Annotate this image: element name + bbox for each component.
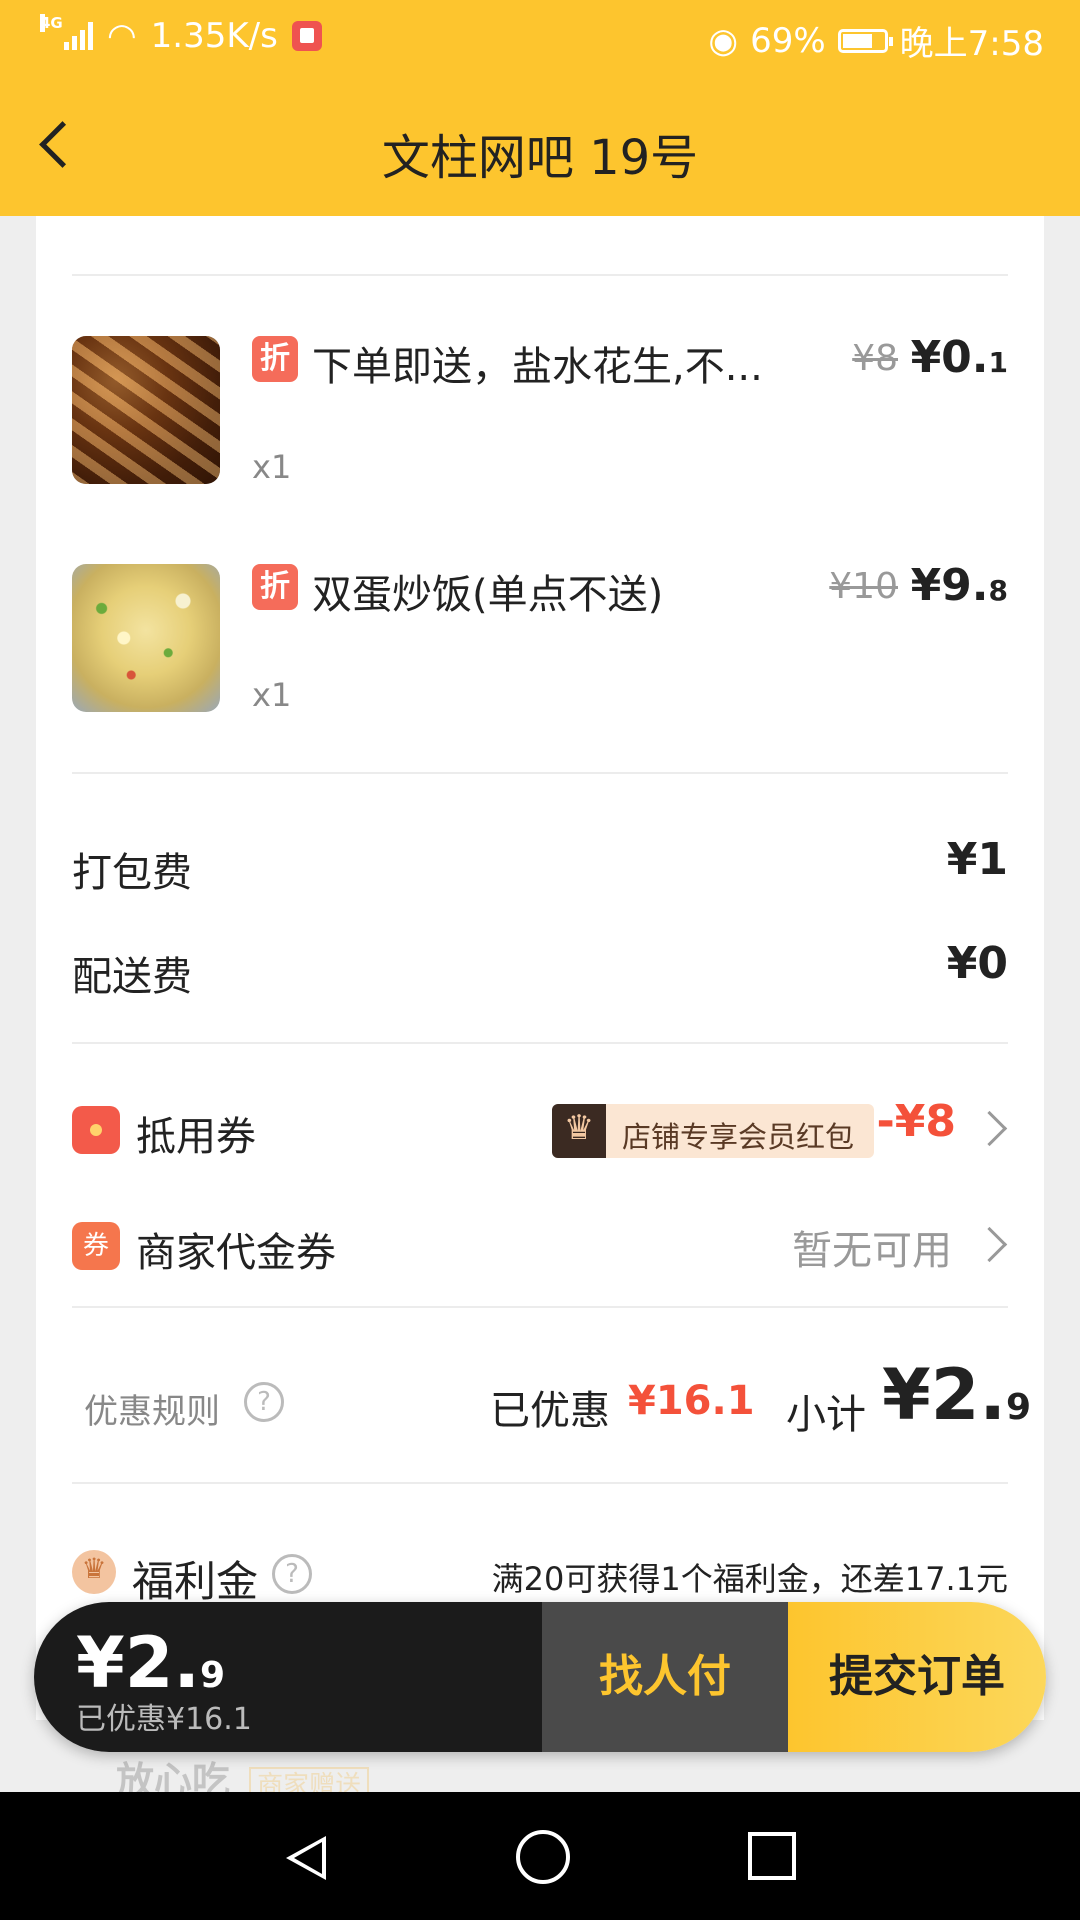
checkout-total: ¥2.9 已优惠¥16.1 bbox=[34, 1602, 542, 1752]
total-saved: 已优惠¥16.1 bbox=[76, 1702, 252, 1737]
packing-fee-label: 打包费 bbox=[72, 850, 192, 896]
red-packet-icon bbox=[72, 1106, 120, 1154]
order-card: 折 下单即送，盐水花生,不... x1 ¥8 ¥0.1 折 双蛋炒饭(单点不送)… bbox=[36, 216, 1044, 1720]
eye-care-icon: ◉ bbox=[708, 20, 739, 61]
submit-order-button[interactable]: 提交订单 bbox=[788, 1602, 1046, 1752]
member-badge-text: 店铺专享会员红包 bbox=[622, 1120, 855, 1154]
item-quantity: x1 bbox=[252, 448, 292, 486]
item-name: 双蛋炒饭(单点不送) bbox=[312, 572, 664, 618]
discount-price: ¥0.1 bbox=[910, 332, 1008, 383]
divider bbox=[72, 1306, 1008, 1308]
voucher-row[interactable]: 抵用券 店铺专享会员红包 -¥8 bbox=[72, 1096, 1008, 1166]
list-item[interactable]: 折 双蛋炒饭(单点不送) x1 ¥10 ¥9.8 bbox=[72, 560, 1008, 714]
item-name: 下单即送，盐水花生,不... bbox=[312, 344, 763, 390]
divider bbox=[72, 772, 1008, 774]
page-title: 文柱网吧 19号 bbox=[381, 130, 699, 186]
nav-back-icon[interactable] bbox=[286, 1836, 326, 1880]
subtotal-value: ¥2.9 bbox=[882, 1354, 1032, 1436]
status-left: 4G ◠ 1.35K/s bbox=[40, 14, 322, 56]
help-icon[interactable]: ? bbox=[244, 1382, 284, 1422]
merchant-coupon-status: 暂无可用 bbox=[792, 1228, 952, 1274]
nav-home-icon[interactable] bbox=[516, 1830, 570, 1884]
voucher-label: 抵用券 bbox=[136, 1114, 256, 1160]
discount-tag: 折 bbox=[252, 564, 298, 610]
help-icon[interactable]: ? bbox=[272, 1554, 312, 1594]
network-speed: 1.35K/s bbox=[150, 16, 278, 56]
delivery-fee-row: 配送费 ¥0 bbox=[72, 936, 1008, 1006]
delivery-fee-label: 配送费 bbox=[72, 954, 192, 1000]
discount-price: ¥9.8 bbox=[910, 560, 1008, 611]
saved-value: ¥16.1 bbox=[628, 1378, 755, 1424]
chevron-right-icon bbox=[971, 1226, 1008, 1263]
welfare-label: 福利金 bbox=[132, 1557, 259, 1606]
subtotal-label: 小计 bbox=[786, 1392, 866, 1438]
item-quantity: x1 bbox=[252, 676, 292, 714]
member-red-packet-badge: 店铺专享会员红包 bbox=[552, 1104, 874, 1158]
voucher-discount: -¥8 bbox=[876, 1096, 957, 1147]
divider bbox=[72, 1482, 1008, 1484]
welfare-note: 满20可获得1个福利金，还差17.1元 bbox=[491, 1560, 1008, 1598]
signal-icon: 4G bbox=[40, 14, 93, 50]
clock: 晚上7:58 bbox=[899, 24, 1044, 64]
saved-label: 已优惠 bbox=[490, 1388, 610, 1434]
system-nav-bar bbox=[0, 1792, 1080, 1920]
battery-percent: 69% bbox=[750, 20, 826, 61]
packing-fee-row: 打包费 ¥1 bbox=[72, 832, 1008, 902]
original-price: ¥10 bbox=[829, 566, 898, 607]
battery-icon bbox=[837, 28, 893, 53]
crown-icon bbox=[552, 1104, 606, 1158]
food-image bbox=[72, 564, 220, 712]
status-right: ◉ 69% 晚上7:58 bbox=[708, 16, 1044, 65]
divider bbox=[72, 274, 1008, 276]
delivery-fee-value: ¥0 bbox=[946, 938, 1008, 989]
merchant-coupon-label: 商家代金券 bbox=[136, 1230, 336, 1276]
discount-rules-label[interactable]: 优惠规则 bbox=[84, 1384, 220, 1433]
total-price: ¥2.9 bbox=[76, 1622, 226, 1704]
discount-tag: 折 bbox=[252, 336, 298, 382]
merchant-coupon-row[interactable]: 券 商家代金券 暂无可用 bbox=[72, 1212, 1008, 1282]
wifi-icon: ◠ bbox=[107, 16, 137, 56]
welfare-crown-icon bbox=[72, 1550, 116, 1594]
chevron-right-icon bbox=[971, 1110, 1008, 1147]
coupon-icon: 券 bbox=[72, 1222, 120, 1270]
checkout-bar: ¥2.9 已优惠¥16.1 找人付 提交订单 bbox=[34, 1602, 1046, 1752]
divider bbox=[72, 1042, 1008, 1044]
network-type: 4G bbox=[40, 14, 63, 32]
app-header: 文柱网吧 19号 bbox=[0, 74, 1080, 216]
faded-row: 放心吃 商家赠送 bbox=[72, 1750, 370, 1805]
food-image bbox=[72, 336, 220, 484]
book-app-icon bbox=[291, 21, 322, 51]
packing-fee-value: ¥1 bbox=[946, 834, 1008, 885]
original-price: ¥8 bbox=[852, 338, 898, 379]
list-item[interactable]: 折 下单即送，盐水花生,不... x1 ¥8 ¥0.1 bbox=[72, 332, 1008, 486]
status-bar: 4G ◠ 1.35K/s ◉ 69% 晚上7:58 bbox=[0, 0, 1080, 74]
nav-recent-apps-icon[interactable] bbox=[748, 1832, 796, 1880]
pay-for-me-button[interactable]: 找人付 bbox=[542, 1602, 788, 1752]
